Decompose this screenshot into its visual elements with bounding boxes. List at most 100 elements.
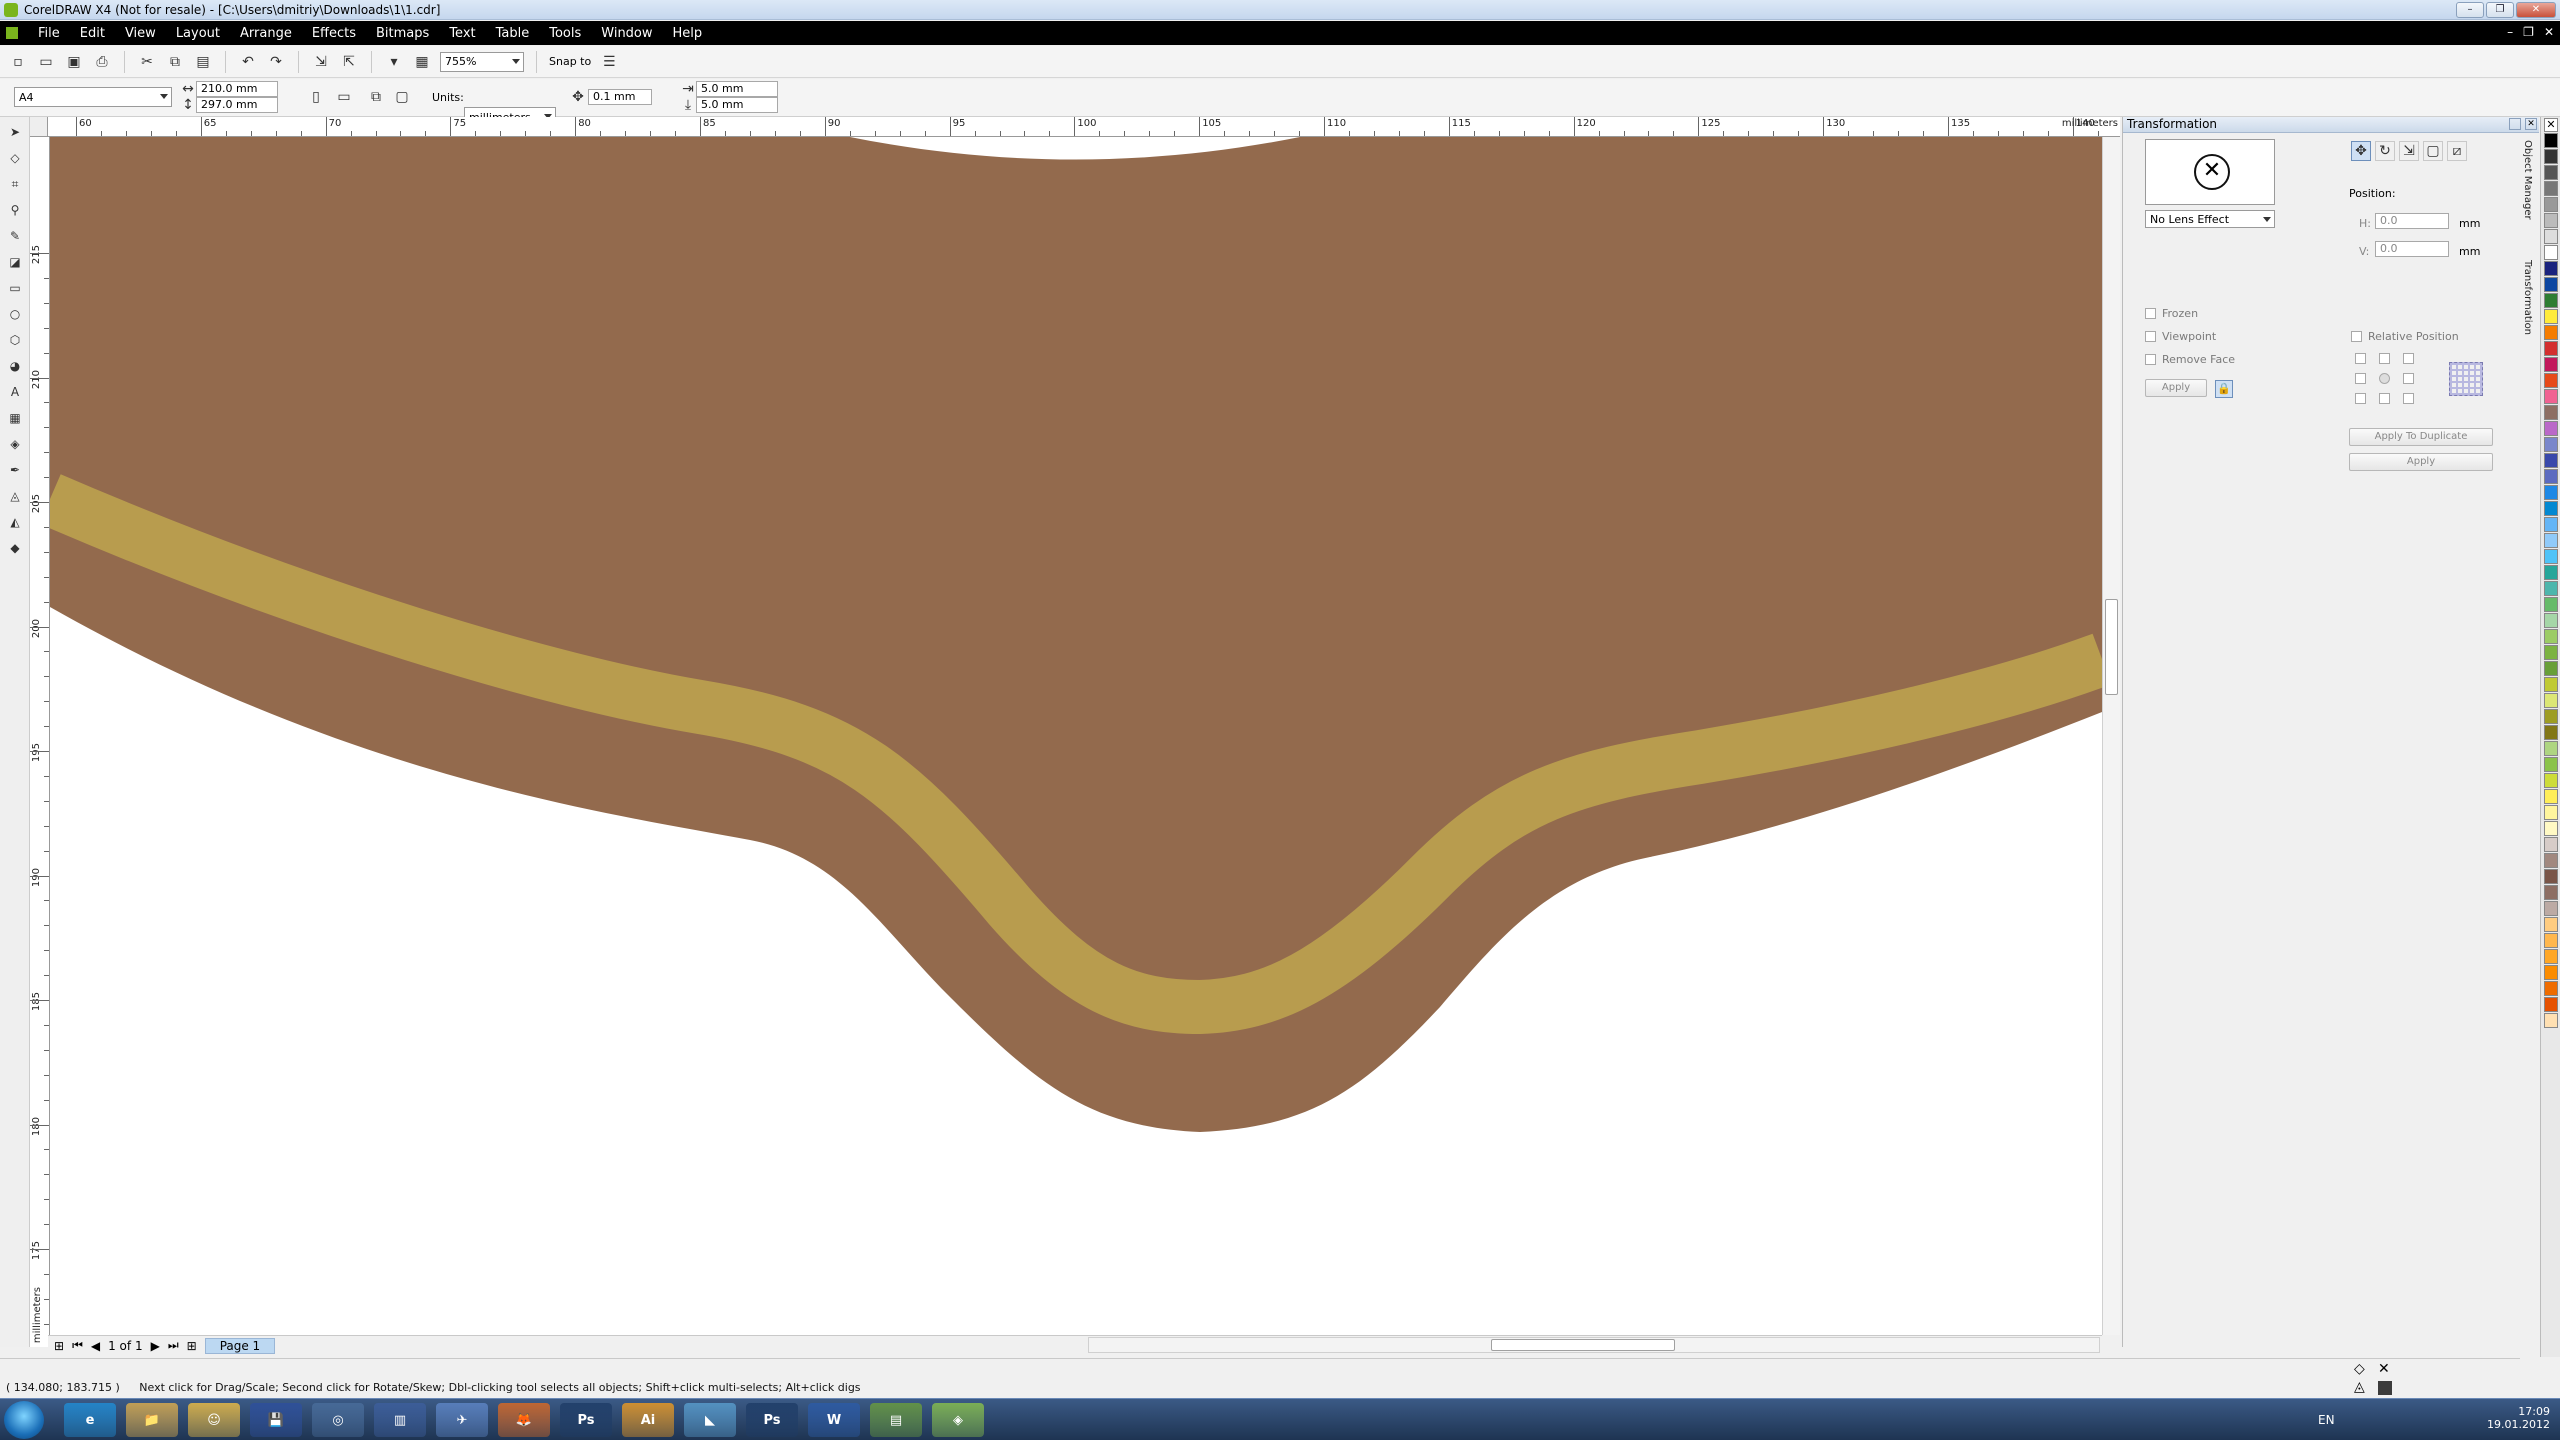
relative-position-checkbox[interactable] (2351, 331, 2362, 342)
taskbar-app-2[interactable]: ☺ (188, 1403, 240, 1437)
color-swatch[interactable] (2544, 133, 2558, 148)
taskbar-app-4[interactable]: ◎ (312, 1403, 364, 1437)
color-swatch[interactable] (2544, 245, 2558, 260)
horizontal-ruler[interactable]: 60 65 70 75 80 85 90 95 100 105 110 115 120 125 130 135… (48, 117, 2120, 137)
redo-icon[interactable]: ↷ (266, 52, 286, 72)
menu-bitmaps[interactable]: Bitmaps (366, 26, 439, 41)
color-swatch[interactable] (2544, 261, 2558, 276)
welcome-screen-icon[interactable]: ▦ (412, 52, 432, 72)
color-swatch[interactable] (2544, 1013, 2558, 1028)
color-swatch[interactable] (2544, 693, 2558, 708)
menu-edit[interactable]: Edit (70, 26, 115, 41)
shape-tool-icon[interactable]: ◇ (4, 147, 26, 169)
color-swatch[interactable] (2544, 277, 2558, 292)
start-button[interactable] (4, 1401, 44, 1439)
color-swatch[interactable] (2544, 549, 2558, 564)
cut-icon[interactable]: ✂ (137, 52, 157, 72)
docker-collapse-icon[interactable] (2509, 118, 2521, 130)
size-mode-icon[interactable]: ▢ (2423, 141, 2443, 161)
no-color-swatch[interactable]: ✕ (2544, 118, 2558, 132)
color-swatch[interactable] (2544, 725, 2558, 740)
page-width-field[interactable]: 210.0 mm (196, 81, 278, 97)
taskbar-app-0[interactable]: e (64, 1403, 116, 1437)
color-swatch[interactable] (2544, 789, 2558, 804)
menu-text[interactable]: Text (439, 26, 485, 41)
color-swatch[interactable] (2544, 757, 2558, 772)
color-swatch[interactable] (2544, 837, 2558, 852)
color-swatch[interactable] (2544, 437, 2558, 452)
print-icon[interactable]: ⎙ (92, 52, 112, 72)
anchor-middle-right[interactable] (2403, 373, 2414, 384)
export-icon[interactable]: ⇱ (339, 52, 359, 72)
color-swatch[interactable] (2544, 677, 2558, 692)
color-swatch[interactable] (2544, 325, 2558, 340)
color-swatch[interactable] (2544, 597, 2558, 612)
interactive-fill-tool-icon[interactable]: ◆ (4, 537, 26, 559)
remove-face-checkbox[interactable] (2145, 354, 2156, 365)
color-swatch[interactable] (2544, 645, 2558, 660)
color-swatch[interactable] (2544, 405, 2558, 420)
save-icon[interactable]: ▣ (64, 52, 84, 72)
page-size-combo[interactable]: A4 (14, 87, 172, 107)
color-swatch[interactable] (2544, 389, 2558, 404)
color-swatch[interactable] (2544, 853, 2558, 868)
close-button[interactable]: ✕ (2516, 2, 2556, 18)
prev-page-icon[interactable]: ◀ (91, 1339, 100, 1353)
undo-icon[interactable]: ↶ (238, 52, 258, 72)
viewpoint-checkbox[interactable] (2145, 331, 2156, 342)
lens-effect-combo[interactable]: No Lens Effect (2145, 210, 2275, 228)
portrait-icon[interactable]: ▯ (306, 87, 326, 107)
color-swatch[interactable] (2544, 821, 2558, 836)
color-swatch[interactable] (2544, 213, 2558, 228)
import-icon[interactable]: ⇲ (311, 52, 331, 72)
drawing-canvas[interactable] (50, 137, 2102, 1335)
outline-indicator-icon[interactable]: ◬ (2354, 1379, 2365, 1395)
taskbar-app-10[interactable]: ◣ (684, 1403, 736, 1437)
taskbar-app-3[interactable]: 💾 (250, 1403, 302, 1437)
anchor-top-center[interactable] (2379, 353, 2390, 364)
relative-position-option[interactable]: Relative Position (2351, 330, 2459, 343)
outline-tool-icon[interactable]: ◬ (4, 485, 26, 507)
new-document-icon[interactable]: ▫ (8, 52, 28, 72)
horizontal-scroll-thumb[interactable] (1491, 1339, 1675, 1351)
minimize-button[interactable]: – (2456, 2, 2484, 18)
anchor-bottom-right[interactable] (2403, 393, 2414, 404)
menu-table[interactable]: Table (486, 26, 540, 41)
taskbar-app-8[interactable]: Ps (560, 1403, 612, 1437)
color-swatch[interactable] (2544, 965, 2558, 980)
menu-layout[interactable]: Layout (166, 26, 230, 41)
position-mode-icon[interactable]: ✥ (2351, 141, 2371, 161)
color-swatch[interactable] (2544, 517, 2558, 532)
interactive-blend-tool-icon[interactable]: ◈ (4, 433, 26, 455)
polygon-tool-icon[interactable]: ⬡ (4, 329, 26, 351)
maximize-button[interactable]: ❐ (2486, 2, 2514, 18)
scale-mode-icon[interactable]: ⇲ (2399, 141, 2419, 161)
pick-tool-icon[interactable]: ➤ (4, 121, 26, 143)
taskbar-app-6[interactable]: ✈ (436, 1403, 488, 1437)
color-swatch[interactable] (2544, 581, 2558, 596)
tab-transformation[interactable]: Transformation (2522, 260, 2533, 335)
outline-color-swatch[interactable] (2378, 1381, 2392, 1395)
vertical-scroll-thumb[interactable] (2105, 599, 2118, 695)
remove-face-option[interactable]: Remove Face (2145, 353, 2235, 366)
viewpoint-option[interactable]: Viewpoint (2145, 330, 2216, 343)
anchor-middle-left[interactable] (2355, 373, 2366, 384)
color-swatch[interactable] (2544, 341, 2558, 356)
language-indicator[interactable]: EN (2318, 1413, 2335, 1427)
color-swatch[interactable] (2544, 981, 2558, 996)
taskbar-app-9[interactable]: Ai (622, 1403, 674, 1437)
first-page-icon[interactable]: ⏮ (72, 1338, 83, 1353)
menu-effects[interactable]: Effects (302, 26, 366, 41)
horizontal-scrollbar[interactable] (1088, 1337, 2100, 1353)
smart-fill-tool-icon[interactable]: ◪ (4, 251, 26, 273)
v-position-field[interactable]: 0.0 (2375, 241, 2449, 257)
copy-icon[interactable]: ⧉ (165, 52, 185, 72)
options-icon[interactable]: ☰ (599, 52, 619, 72)
all-pages-icon[interactable]: ⧉ (366, 87, 386, 107)
color-swatch[interactable] (2544, 533, 2558, 548)
menu-window[interactable]: Window (591, 26, 662, 41)
docker-close-icon[interactable]: ✕ (2525, 118, 2537, 130)
color-swatch[interactable] (2544, 613, 2558, 628)
tab-object-manager[interactable]: Object Manager (2522, 140, 2533, 220)
skew-mode-icon[interactable]: ⧄ (2447, 141, 2467, 161)
